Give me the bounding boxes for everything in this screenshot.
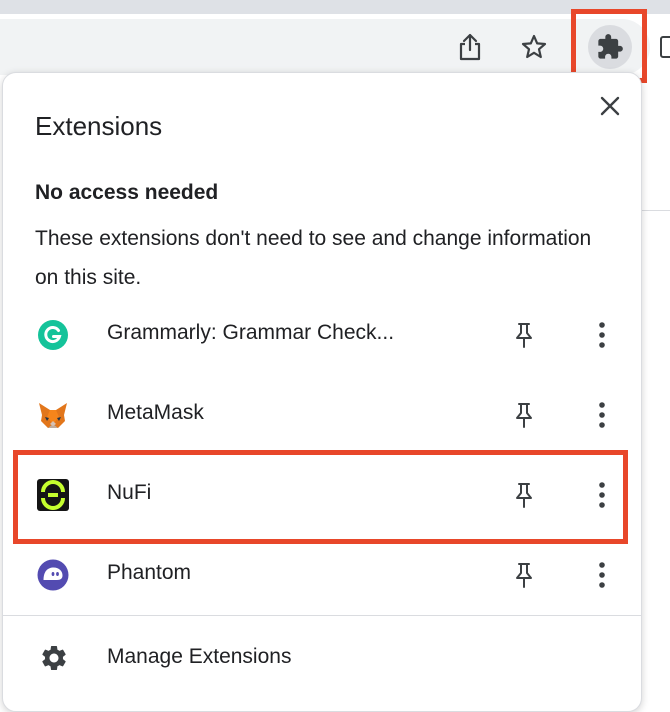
more-vert-icon <box>599 402 605 428</box>
page-divider <box>640 210 670 211</box>
close-icon <box>600 96 620 116</box>
manage-extensions-button[interactable]: Manage Extensions <box>3 619 641 695</box>
more-vert-icon <box>599 562 605 588</box>
pin-button[interactable] <box>509 319 539 351</box>
extension-row-grammarly[interactable]: Grammarly: Grammar Check... <box>3 295 641 375</box>
share-icon <box>459 33 481 61</box>
side-panel-icon[interactable] <box>660 36 670 58</box>
pin-button[interactable] <box>509 559 539 591</box>
more-options-button[interactable] <box>591 319 613 351</box>
metamask-fox-icon <box>39 403 67 428</box>
phantom-ghost-icon <box>37 559 69 591</box>
browser-tab-strip <box>0 0 670 14</box>
pin-icon <box>516 323 532 348</box>
section-heading: No access needed <box>35 181 219 204</box>
pin-icon <box>516 563 532 588</box>
share-button[interactable] <box>448 25 492 69</box>
more-vert-icon <box>599 322 605 348</box>
section-description: These extensions don't need to see and c… <box>35 227 592 289</box>
extension-name: Grammarly: Grammar Check... <box>107 321 395 344</box>
menu-title: Extensions <box>35 111 163 141</box>
bookmark-star-icon <box>521 34 547 59</box>
extensions-menu: Extensions No access needed These extens… <box>2 72 642 712</box>
bookmark-button[interactable] <box>512 25 556 69</box>
extension-row-metamask[interactable]: MetaMask <box>3 375 641 455</box>
close-button[interactable] <box>595 91 625 121</box>
gear-icon <box>42 646 66 670</box>
extension-name: MetaMask <box>107 401 204 424</box>
extension-row-phantom[interactable]: Phantom <box>3 535 641 615</box>
pin-icon <box>516 403 532 428</box>
grammarly-icon <box>38 320 68 350</box>
more-options-button[interactable] <box>591 399 613 431</box>
extension-name: Phantom <box>107 561 192 584</box>
menu-divider <box>3 615 641 616</box>
more-options-button[interactable] <box>591 559 613 591</box>
manage-extensions-label: Manage Extensions <box>107 645 292 668</box>
highlight-box-nufi <box>13 450 628 544</box>
pin-button[interactable] <box>509 399 539 431</box>
